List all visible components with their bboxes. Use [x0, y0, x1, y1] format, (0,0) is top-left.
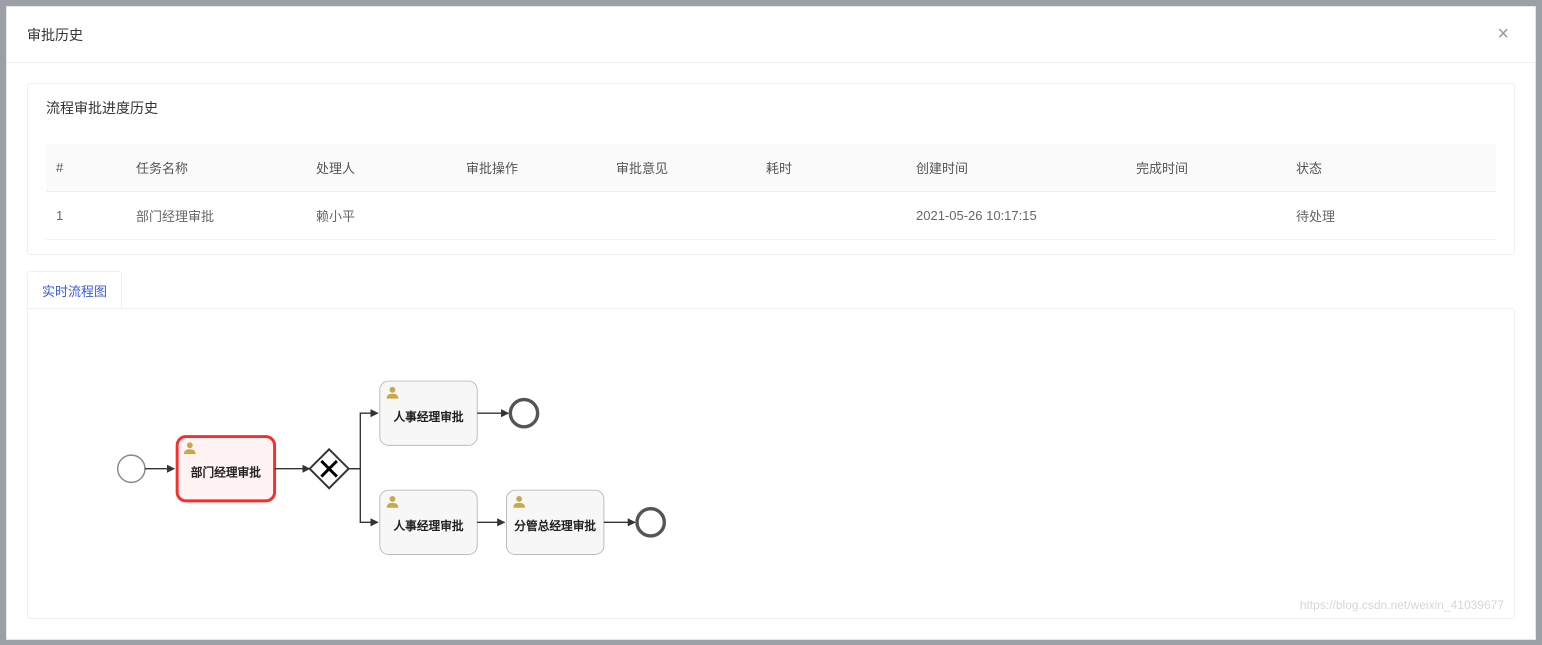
- cell-opinion: [606, 192, 756, 240]
- modal-title: 审批历史: [27, 25, 1491, 45]
- bpmn-task-hr-bottom: 人事经理审批: [380, 490, 477, 554]
- bpmn-end-event: [637, 509, 664, 536]
- bpmn-task-hr-top: 人事经理审批: [380, 381, 477, 445]
- tab-realtime-diagram[interactable]: 实时流程图: [27, 271, 122, 309]
- tab-bar: 实时流程图: [27, 271, 1515, 309]
- col-task-name: 任务名称: [126, 144, 306, 192]
- bpmn-task-dept-manager: 部门经理审批: [177, 437, 274, 501]
- cell-idx: 1: [46, 192, 126, 240]
- bpmn-flow: [349, 413, 378, 469]
- col-completed: 完成时间: [1126, 144, 1286, 192]
- cell-created: 2021-05-26 10:17:15: [906, 192, 1126, 240]
- approval-history-modal: 审批历史 × 流程审批进度历史 # 任务名称 处理人 审批操作 审批意见 耗时: [6, 6, 1536, 640]
- col-operation: 审批操作: [456, 144, 606, 192]
- cell-duration: [756, 192, 906, 240]
- svg-text:人事经理审批: 人事经理审批: [393, 519, 463, 533]
- table-row: 1 部门经理审批 赖小平 2021-05-26 10:17:15 待处理: [46, 192, 1496, 240]
- close-icon[interactable]: ×: [1491, 21, 1515, 48]
- cell-status: 待处理: [1286, 192, 1496, 240]
- cell-completed: [1126, 192, 1286, 240]
- col-status: 状态: [1286, 144, 1496, 192]
- svg-text:部门经理审批: 部门经理审批: [191, 466, 261, 480]
- col-created: 创建时间: [906, 144, 1126, 192]
- modal-body: 流程审批进度历史 # 任务名称 处理人 审批操作 审批意见 耗时 创建时间 完成…: [7, 63, 1535, 639]
- bpmn-end-event: [510, 400, 537, 427]
- bpmn-diagram: 部门经理审批 人事经理审批: [68, 339, 828, 579]
- bpmn-diagram-panel: 部门经理审批 人事经理审批: [27, 308, 1515, 619]
- watermark: https://blog.csdn.net/weixin_41039677: [1300, 598, 1504, 612]
- svg-text:分管总经理审批: 分管总经理审批: [514, 519, 596, 533]
- cell-operation: [456, 192, 606, 240]
- history-table: # 任务名称 处理人 审批操作 审批意见 耗时 创建时间 完成时间 状态: [28, 132, 1514, 254]
- bpmn-exclusive-gateway: [310, 449, 349, 488]
- cell-assignee: 赖小平: [306, 192, 456, 240]
- cell-task-name: 部门经理审批: [126, 192, 306, 240]
- card-title: 流程审批进度历史: [28, 84, 1514, 132]
- bpmn-flow: [349, 469, 378, 523]
- col-duration: 耗时: [756, 144, 906, 192]
- bpmn-start-event: [118, 455, 145, 482]
- bpmn-task-vp: 分管总经理审批: [506, 490, 603, 554]
- history-card: 流程审批进度历史 # 任务名称 处理人 审批操作 审批意见 耗时 创建时间 完成…: [27, 83, 1515, 255]
- col-assignee: 处理人: [306, 144, 456, 192]
- table-header-row: # 任务名称 处理人 审批操作 审批意见 耗时 创建时间 完成时间 状态: [46, 144, 1496, 192]
- svg-text:人事经理审批: 人事经理审批: [393, 410, 463, 424]
- modal-header: 审批历史 ×: [7, 7, 1535, 63]
- col-idx: #: [46, 144, 126, 192]
- col-opinion: 审批意见: [606, 144, 756, 192]
